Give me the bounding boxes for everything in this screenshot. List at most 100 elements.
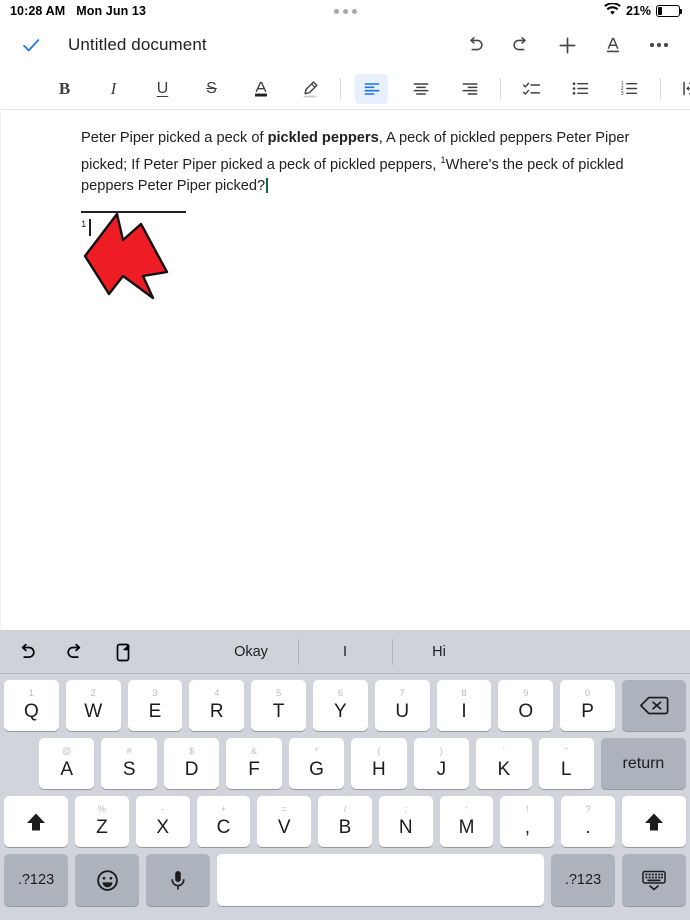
document-paragraph[interactable]: Peter Piper picked a peck of pickled pep… (1, 110, 690, 197)
key-a[interactable]: @ A (39, 738, 95, 789)
align-left-button[interactable] (355, 73, 388, 104)
key-secondary: / (343, 803, 347, 815)
numbered-list-button[interactable]: 123 (613, 74, 646, 104)
more-options-button[interactable] (646, 30, 672, 60)
key-u[interactable]: 7U (374, 680, 430, 731)
bold-button[interactable]: B (48, 74, 81, 104)
bulleted-list-button[interactable] (564, 74, 597, 104)
key-primary: W (84, 700, 103, 722)
key-secondary: # (126, 745, 132, 757)
bulleted-list-icon (572, 82, 589, 95)
key-x[interactable]: -X (135, 796, 190, 847)
plus-icon (558, 36, 576, 54)
key-e[interactable]: 3E (127, 680, 183, 731)
key-return[interactable]: return (600, 738, 686, 789)
align-right-icon (462, 82, 477, 95)
key-v[interactable]: = V (257, 796, 312, 847)
key-comma-exclamation[interactable]: !, (500, 796, 555, 847)
key-primary: A (60, 758, 74, 780)
key-f[interactable]: & F (226, 738, 282, 789)
key-o[interactable]: 9O (498, 680, 554, 731)
key-secondary: 5 (275, 687, 282, 699)
undo-icon (21, 643, 35, 658)
key-shift-right[interactable] (622, 796, 687, 847)
text-color-button[interactable] (244, 74, 277, 104)
underline-icon: U (156, 79, 169, 97)
key-primary: Q (24, 700, 39, 722)
key-emoji[interactable] (75, 854, 139, 906)
key-secondary: 7 (399, 687, 405, 699)
suggestion-1[interactable]: I (298, 638, 392, 665)
key-secondary: 4 (214, 687, 220, 699)
key-secondary: ( (377, 745, 381, 757)
document-canvas[interactable]: Peter Piper picked a peck of pickled pep… (0, 110, 690, 629)
key-t[interactable]: 5T (251, 680, 306, 731)
align-right-button[interactable] (453, 74, 486, 104)
toolbar-divider (660, 77, 661, 100)
suggestion-0[interactable]: Okay (204, 640, 298, 664)
key-secondary: - (161, 803, 165, 815)
key-secondary: ; (404, 803, 408, 815)
key-shift-left[interactable] (4, 796, 68, 847)
key-m[interactable]: :M (439, 796, 494, 847)
keyboard-undo-button[interactable] (14, 639, 40, 665)
decrease-indent-button[interactable] (675, 74, 690, 104)
key-secondary: 8 (461, 687, 467, 699)
key-n[interactable]: ; N (378, 796, 433, 847)
key-primary: V (277, 816, 291, 838)
key-p[interactable]: 0P (560, 680, 615, 731)
format-toolbar: B I U S 123 (0, 68, 690, 110)
key-d[interactable]: $ D (163, 738, 220, 789)
backspace-icon (640, 696, 669, 715)
italic-button[interactable]: I (97, 74, 130, 104)
keyboard-redo-button[interactable] (62, 639, 88, 665)
key-g[interactable]: * G (288, 738, 345, 789)
key-j[interactable]: ) J (413, 738, 470, 789)
status-date: Mon Jun 13 (76, 4, 146, 18)
hide-keyboard-icon (642, 870, 666, 891)
suggestion-2[interactable]: Hi (392, 638, 486, 665)
key-period-question[interactable]: ?. (561, 796, 616, 847)
underline-button[interactable]: U (146, 74, 179, 104)
microphone-icon (171, 871, 185, 890)
key-q[interactable]: 1Q (4, 680, 59, 731)
key-z[interactable]: % Z (75, 796, 129, 847)
key-l[interactable]: " L (538, 738, 594, 789)
format-button[interactable] (600, 30, 626, 60)
clipboard-paste-icon (116, 643, 130, 661)
redo-button[interactable] (508, 30, 534, 60)
key-r[interactable]: 4R (189, 680, 245, 731)
paragraph-part1: Peter Piper picked a peck of (81, 130, 268, 146)
key-secondary: % (97, 803, 107, 815)
checklist-button[interactable] (515, 74, 548, 104)
key-primary: H (372, 758, 386, 780)
insert-button[interactable] (554, 30, 580, 60)
checkmark-icon (23, 39, 40, 52)
align-center-button[interactable] (404, 74, 437, 104)
key-dictation[interactable] (146, 854, 210, 906)
key-numbers-right[interactable]: .?123 (551, 854, 615, 906)
key-backspace[interactable] (621, 680, 686, 731)
key-k[interactable]: ' K (476, 738, 532, 789)
key-s[interactable]: # S (101, 738, 157, 789)
key-b[interactable]: / B (318, 796, 372, 847)
more-horizontal-icon (650, 43, 668, 47)
key-c[interactable]: + C (196, 796, 251, 847)
key-secondary: 2 (90, 687, 96, 699)
keyboard-paste-button[interactable] (110, 639, 136, 665)
key-w[interactable]: 2W (65, 680, 121, 731)
key-primary: S (122, 758, 136, 780)
key-primary: I (461, 700, 467, 722)
key-numbers-left[interactable]: .?123 (4, 854, 68, 906)
key-space[interactable] (217, 854, 544, 906)
done-checkmark-button[interactable] (14, 28, 48, 62)
key-hide-keyboard[interactable] (622, 854, 686, 906)
document-title[interactable]: Untitled document (68, 35, 207, 55)
svg-text:3: 3 (621, 91, 624, 97)
undo-button[interactable] (462, 30, 488, 60)
key-h[interactable]: (H (351, 738, 407, 789)
key-y[interactable]: 6Y (312, 680, 368, 731)
strikethrough-button[interactable]: S (195, 74, 228, 104)
highlight-button[interactable] (293, 74, 326, 104)
key-i[interactable]: 8I (436, 680, 492, 731)
